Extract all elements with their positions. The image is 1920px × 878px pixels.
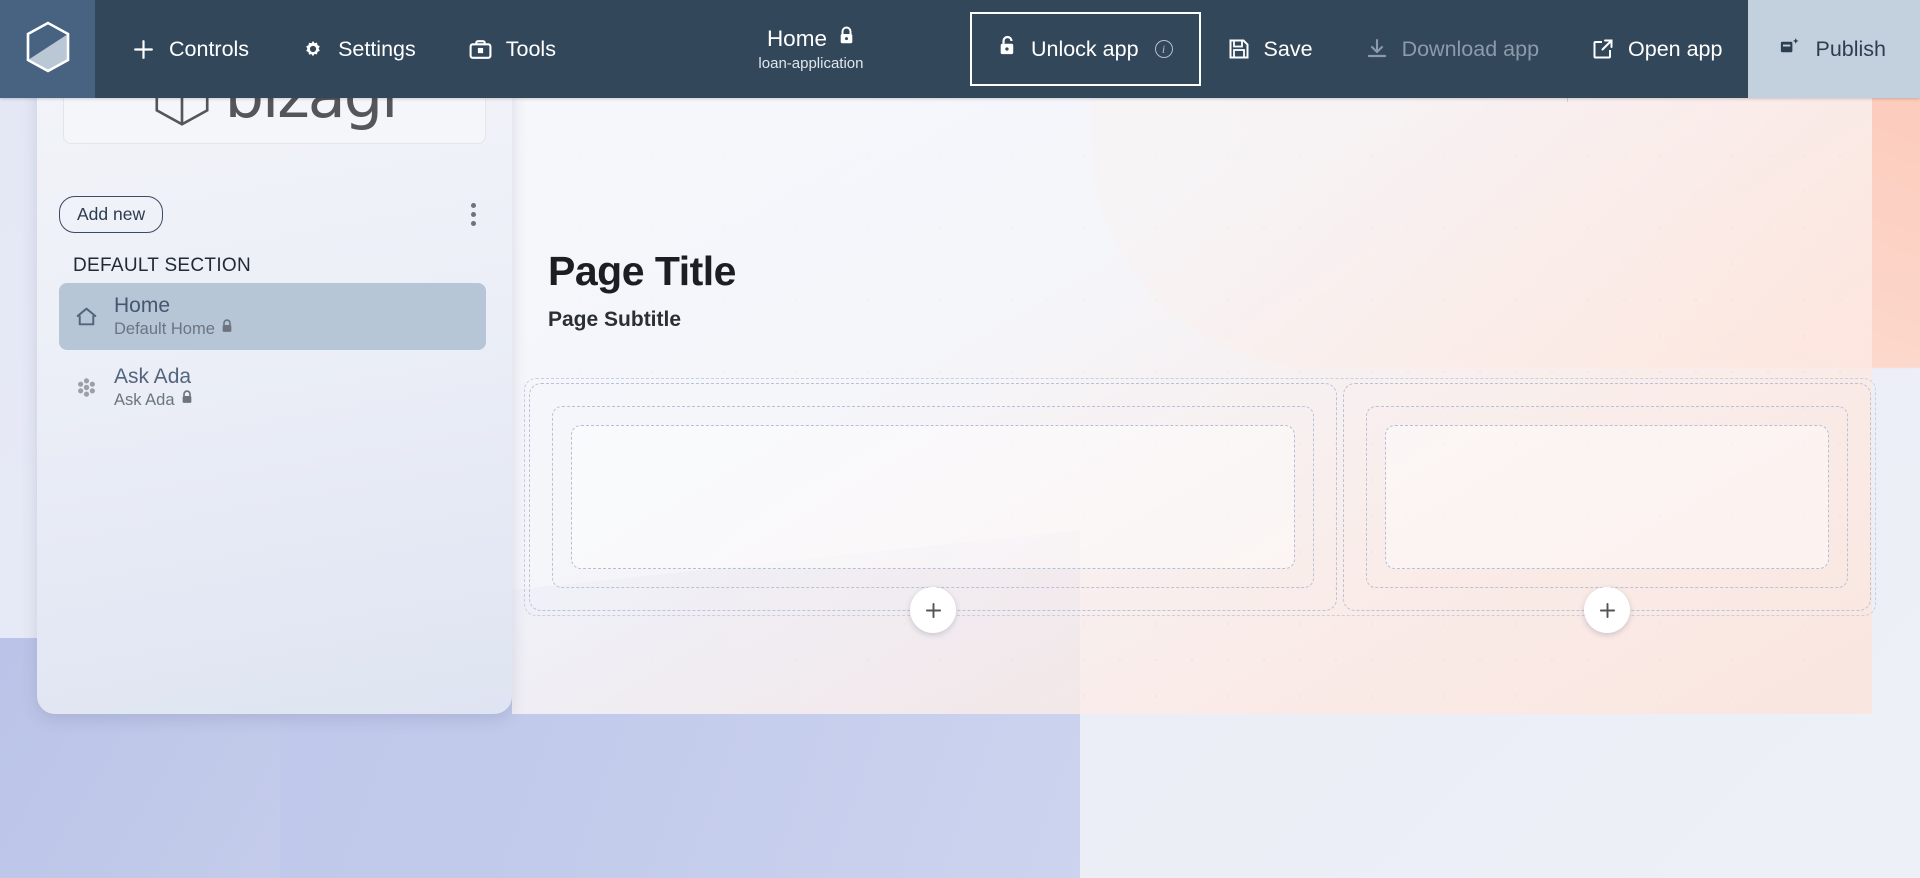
download-app-label: Download app (1401, 36, 1540, 61)
download-icon (1365, 37, 1389, 61)
lock-icon (838, 26, 855, 52)
toolbar-item-tools-label: Tools (505, 36, 556, 61)
drop-zone-right-mid[interactable] (1366, 406, 1848, 588)
toolbar-item-tools[interactable]: Tools (442, 0, 582, 98)
add-component-button-left[interactable] (910, 587, 956, 633)
info-icon[interactable]: i (1154, 40, 1173, 58)
current-app-name: loan-application (758, 55, 864, 73)
publish-label: Publish (1815, 36, 1886, 61)
save-label: Save (1263, 36, 1313, 61)
add-component-button-right[interactable] (1584, 587, 1630, 633)
drop-zone-left-inner[interactable] (571, 425, 1295, 569)
download-app-button[interactable]: Download app (1339, 0, 1565, 98)
add-new-button[interactable]: Add new (59, 196, 164, 233)
external-link-icon (1591, 37, 1615, 61)
sidebar-item-home-title: Home (114, 294, 171, 317)
plus-icon (131, 37, 156, 62)
kebab-dot (471, 212, 476, 217)
drop-zone-left[interactable] (529, 383, 1337, 633)
open-app-button[interactable]: Open app (1565, 0, 1748, 98)
kebab-menu-icon[interactable] (461, 197, 486, 232)
panel-controls-row: Add new (59, 196, 486, 233)
page-title: Page Title (548, 248, 736, 294)
save-button[interactable]: Save (1201, 0, 1339, 98)
drop-zone-right[interactable] (1343, 383, 1871, 633)
toolbar-item-settings-label: Settings (338, 36, 416, 61)
kebab-dot (471, 203, 476, 208)
toolbar-item-controls[interactable]: Controls (95, 0, 275, 98)
current-page-indicator: Home loan-application (582, 0, 970, 98)
unlock-app-label: Unlock app (1030, 36, 1139, 61)
publish-button[interactable]: Publish (1748, 0, 1920, 98)
top-toolbar: Controls Settings Tools Home loan-applic… (0, 0, 1920, 98)
kebab-dot (471, 221, 476, 226)
sidebar-item-ask-ada-title: Ask Ada (114, 365, 192, 389)
page-layout-row (524, 378, 1876, 633)
current-page-title: Home (766, 25, 827, 51)
sidebar-item-ask-ada[interactable]: Ask Ada Ask Ada (59, 354, 486, 421)
drop-zone-left-mid[interactable] (552, 406, 1314, 588)
asterisk-icon (73, 375, 99, 400)
unlock-icon (998, 35, 1017, 63)
sidebar-item-ask-ada-subtitle: Ask Ada (114, 390, 175, 409)
bizagi-hex-logo-icon (25, 21, 71, 78)
toolbar-item-settings[interactable]: Settings (275, 0, 442, 98)
gear-icon (301, 37, 325, 61)
drop-zone-right-inner[interactable] (1385, 425, 1829, 569)
sidebar-item-home[interactable]: Home Default Home (59, 283, 486, 351)
toolbar-item-controls-label: Controls (169, 36, 250, 61)
app-preview-nav-panel: bizagi Add new DEFAULT SECTION Home Defa… (37, 14, 512, 714)
open-app-label: Open app (1628, 36, 1723, 61)
unlock-app-button[interactable]: Unlock app i (969, 12, 1201, 86)
nav-section-label: DEFAULT SECTION (73, 255, 251, 276)
page-subtitle: Page Subtitle (548, 308, 682, 331)
sidebar-item-home-subtitle: Default Home (114, 319, 215, 338)
toolbox-icon (468, 37, 493, 62)
floppy-disk-icon (1227, 37, 1251, 61)
home-icon (73, 304, 99, 329)
lock-icon (221, 319, 233, 339)
app-logo-button[interactable] (0, 0, 95, 98)
lock-icon (181, 390, 193, 410)
publish-icon (1778, 35, 1801, 64)
